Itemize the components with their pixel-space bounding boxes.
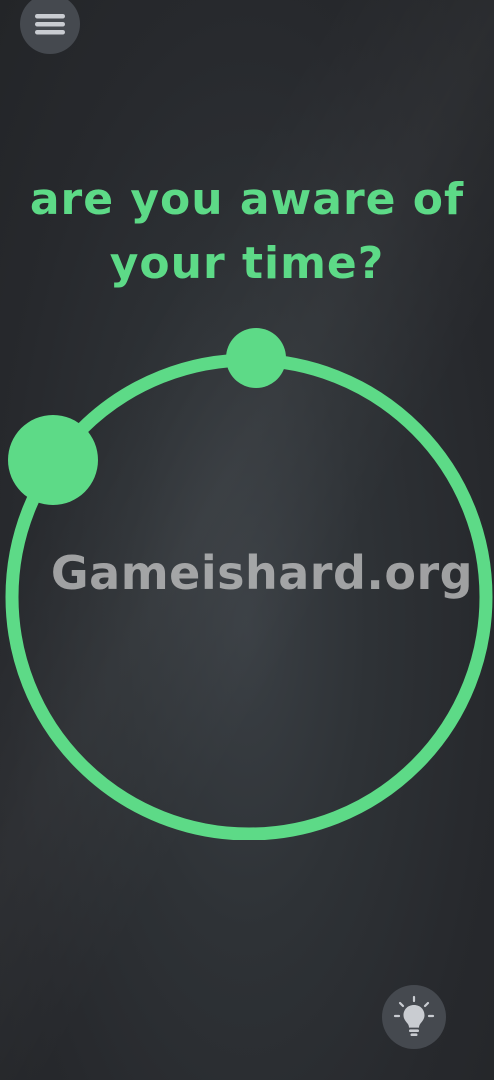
hint-button[interactable]	[382, 985, 446, 1049]
question-line-2: your time?	[109, 238, 385, 289]
hamburger-icon	[35, 14, 65, 35]
watermark-text: Gameishard.org	[50, 546, 474, 600]
question-line-1: are you aware of	[29, 174, 465, 225]
question-title: are you aware of your time?	[0, 168, 494, 296]
clock-hand-knob-small[interactable]	[226, 328, 286, 388]
clock-hand-knob-large[interactable]	[8, 415, 98, 505]
menu-button[interactable]	[20, 0, 80, 54]
lightbulb-icon	[393, 995, 435, 1036]
